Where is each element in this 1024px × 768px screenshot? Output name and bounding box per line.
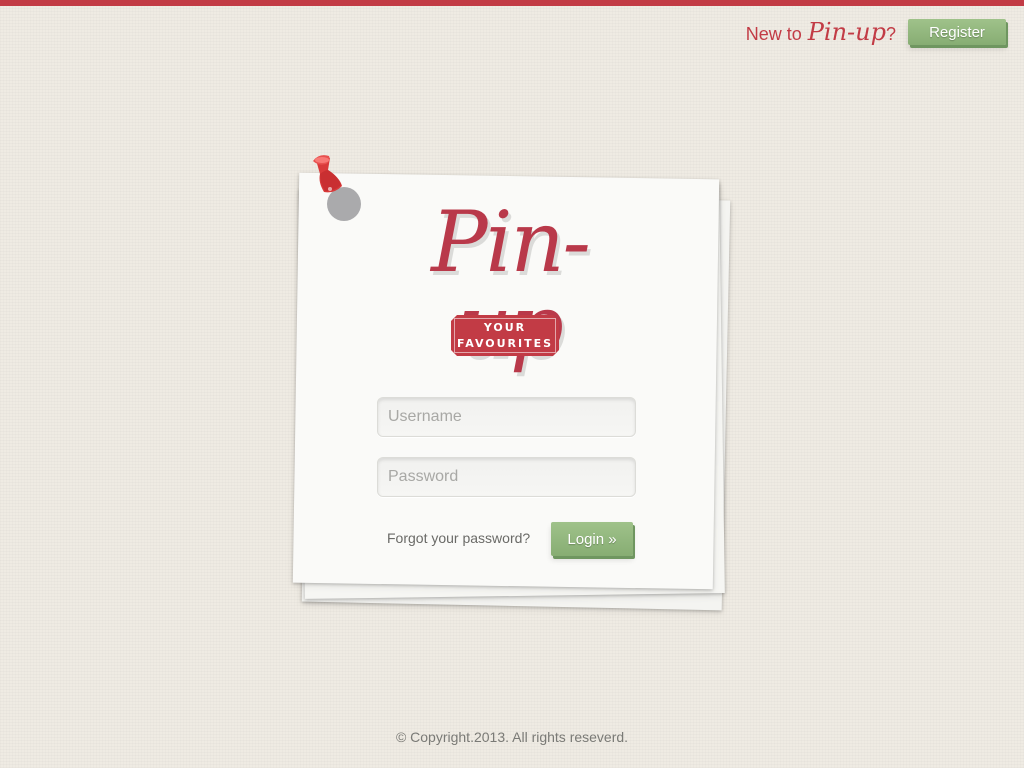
header-register-area: New to Pin-up ? Register [746,18,1006,46]
tagline-line-2: FAVOURITES [456,337,554,350]
login-button[interactable]: Login » [551,522,633,556]
new-to-label: New to [745,24,802,44]
pushpin-icon [304,152,368,224]
forgot-password-link[interactable]: Forgot your password? [387,530,530,546]
register-button[interactable]: Register [908,19,1006,45]
new-to-text: New to Pin-up ? [746,18,896,46]
password-input[interactable] [377,457,636,497]
footer-copyright: © Copyright.2013. All rights reseverd. [395,729,629,745]
tagline-line-1: YOUR [483,321,527,334]
new-to-brand: Pin-up [807,18,886,46]
new-to-question-mark: ? [885,24,896,44]
username-input[interactable] [377,397,636,437]
top-accent-bar [0,0,1024,6]
brand-tagline-badge: YOUR FAVOURITES [451,315,559,356]
